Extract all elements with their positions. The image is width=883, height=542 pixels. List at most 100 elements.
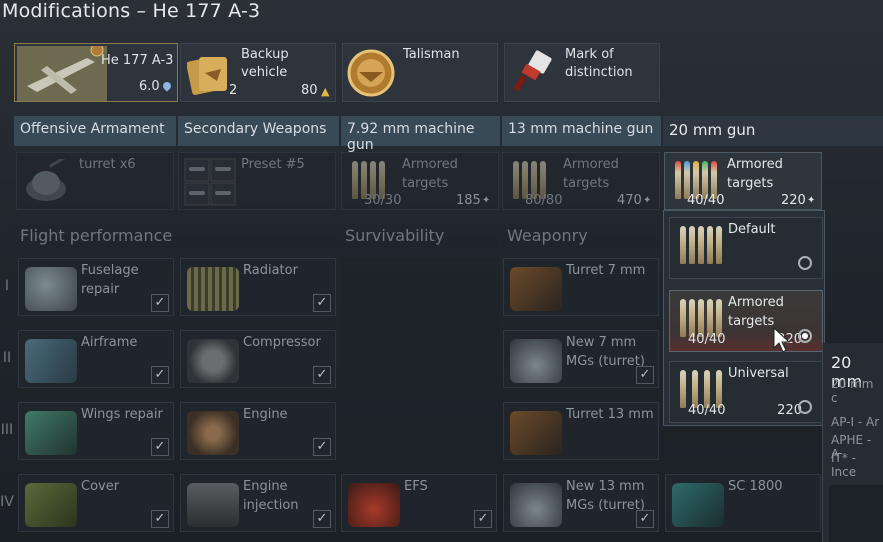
secondary-weapons-slot[interactable]: Preset #5 <box>178 152 336 210</box>
column-13mm-mg: 13 mm machine gun <box>502 116 661 146</box>
radiator-icon <box>187 267 239 311</box>
mod-sc1800[interactable]: SC 1800 <box>665 474 821 532</box>
tier-2-label: II <box>2 350 12 366</box>
ammo-belt-icon <box>678 222 722 264</box>
mg792-belt-slot[interactable]: Armored targets 30/30 185 ✦ <box>341 152 499 210</box>
fuselage-repair-icon <box>25 267 77 311</box>
checkbox-icon[interactable]: ✓ <box>313 510 331 528</box>
mark-of-distinction-label: Mark of distinction <box>565 47 633 80</box>
checkbox-icon[interactable]: ✓ <box>636 510 654 528</box>
radio-icon[interactable] <box>798 256 812 270</box>
mg13-belt-slot[interactable]: Armored targets 80/80 470 ✦ <box>502 152 660 210</box>
belt-option-count: 40/40 <box>688 332 726 347</box>
belt-option-default[interactable]: Default <box>669 217 823 279</box>
ammo-belt-icon <box>678 366 722 408</box>
mod-label: Engine <box>243 407 288 422</box>
checkbox-icon[interactable]: ✓ <box>151 438 169 456</box>
mod-compressor[interactable]: Compressor ✓ <box>180 330 336 388</box>
checkbox-icon[interactable]: ✓ <box>313 438 331 456</box>
mod-cover[interactable]: Cover ✓ <box>18 474 174 532</box>
mod-efs[interactable]: EFS ✓ <box>341 474 497 532</box>
turret-upgrade-icon <box>510 339 562 383</box>
silver-lions-icon: ✦ <box>807 195 816 206</box>
checkbox-icon[interactable]: ✓ <box>151 294 169 312</box>
mouse-cursor-icon <box>773 326 791 353</box>
backup-vehicle-card[interactable]: Backup vehicle 2 80 ▲ <box>180 43 336 102</box>
bomb-icon <box>672 483 724 527</box>
extinguisher-icon <box>348 483 400 527</box>
mark-of-distinction-card[interactable]: Mark of distinction <box>504 43 660 102</box>
mod-turret-13mm[interactable]: Turret 13 mm <box>503 402 659 460</box>
tier-1-label: I <box>4 278 10 294</box>
checkbox-icon[interactable]: ✓ <box>636 366 654 384</box>
mg13-ammo-count: 80/80 <box>525 193 563 208</box>
gun20-ammo-count: 40/40 <box>687 193 725 208</box>
turret-icon <box>26 159 67 201</box>
offensive-armament-slot[interactable]: turret x6 <box>16 152 174 210</box>
talisman-label: Talisman <box>403 47 460 62</box>
column-792mm-mg: 7.92 mm machine gun <box>341 116 500 153</box>
checkbox-icon[interactable]: ✓ <box>151 510 169 528</box>
mg792-belt-label: Armored targets <box>402 157 458 191</box>
tier-3-label: III <box>0 422 14 438</box>
br-heart-icon <box>161 80 173 92</box>
section-flight-performance: Flight performance <box>14 222 337 250</box>
gun20-belt-slot[interactable]: Armored targets 40/40 220 ✦ <box>664 152 822 210</box>
mg792-ammo-count: 30/30 <box>364 193 402 208</box>
belt-option-label: Default <box>728 222 776 237</box>
mod-label: EFS <box>404 479 428 494</box>
backup-cost: 80 <box>301 83 318 98</box>
airframe-icon <box>25 339 77 383</box>
mg792-price: 185 <box>456 193 481 208</box>
battle-rating: 6.0 <box>139 79 160 94</box>
secondary-weapons-label: Preset #5 <box>241 157 305 172</box>
column-offensive-armament: Offensive Armament <box>14 116 176 146</box>
section-survivability: Survivability <box>339 222 499 250</box>
mod-radiator[interactable]: Radiator ✓ <box>180 258 336 316</box>
mod-turret-7mm[interactable]: Turret 7 mm <box>503 258 659 316</box>
mod-label: Turret 13 mm <box>566 407 654 422</box>
tier-4-label: IV <box>0 494 14 510</box>
ammo-belt-icon <box>678 295 722 337</box>
mod-engine-injection[interactable]: Engine injection ✓ <box>180 474 336 532</box>
mod-wings-repair[interactable]: Wings repair ✓ <box>18 402 174 460</box>
engine-icon <box>187 411 239 455</box>
tooltip-line: IT* - Ince <box>831 451 857 479</box>
mod-airframe[interactable]: Airframe ✓ <box>18 330 174 388</box>
mod-label: SC 1800 <box>728 479 783 494</box>
mod-engine[interactable]: Engine ✓ <box>180 402 336 460</box>
mod-fuselage-repair[interactable]: Fuselage repair ✓ <box>18 258 174 316</box>
belt-option-universal[interactable]: Universal 40/40 220 <box>669 361 823 423</box>
compressor-icon <box>187 339 239 383</box>
offensive-armament-label: turret x6 <box>79 157 136 172</box>
tooltip-image <box>829 485 883 542</box>
radio-selected-icon[interactable] <box>798 329 812 343</box>
aircraft-card[interactable]: He 177 A-3 6.0 <box>14 43 178 102</box>
silver-lions-icon: ✦ <box>482 195 491 206</box>
checkbox-icon[interactable]: ✓ <box>313 294 331 312</box>
checkbox-icon[interactable]: ✓ <box>151 366 169 384</box>
belt-option-label: Armored targets <box>728 295 784 329</box>
mod-new-7mm-mgs[interactable]: New 7 mm MGs (turret) ✓ <box>503 330 659 388</box>
talisman-card[interactable]: Talisman <box>342 43 498 102</box>
golden-eagle-icon: ▲ <box>321 85 330 98</box>
survivability-column <box>341 258 499 468</box>
mod-label: Cover <box>81 479 120 494</box>
window-title: Modifications – He 177 A-3 <box>2 0 261 22</box>
backup-vehicle-label: Backup vehicle <box>241 47 289 80</box>
belt-option-armored-targets[interactable]: Armored targets 40/40 220 <box>669 290 823 352</box>
backup-vehicle-icon <box>187 57 227 95</box>
wings-repair-icon <box>25 411 77 455</box>
turret-7mm-icon <box>510 267 562 311</box>
ammo-tooltip: 20 mm 20 mm c AP-I - Ar APHE - A IT* - I… <box>822 343 883 542</box>
turret-13mm-icon <box>510 411 562 455</box>
mod-label: Airframe <box>81 335 138 350</box>
tooltip-line: AP-I - Ar <box>831 415 880 429</box>
checkbox-icon[interactable]: ✓ <box>313 366 331 384</box>
mod-label: Wings repair <box>81 407 163 422</box>
mod-label: Compressor <box>243 335 321 350</box>
checkbox-icon[interactable]: ✓ <box>474 510 492 528</box>
mod-new-13mm-mgs[interactable]: New 13 mm MGs (turret) ✓ <box>503 474 659 532</box>
mg13-belt-label: Armored targets <box>563 157 619 191</box>
radio-icon[interactable] <box>798 400 812 414</box>
